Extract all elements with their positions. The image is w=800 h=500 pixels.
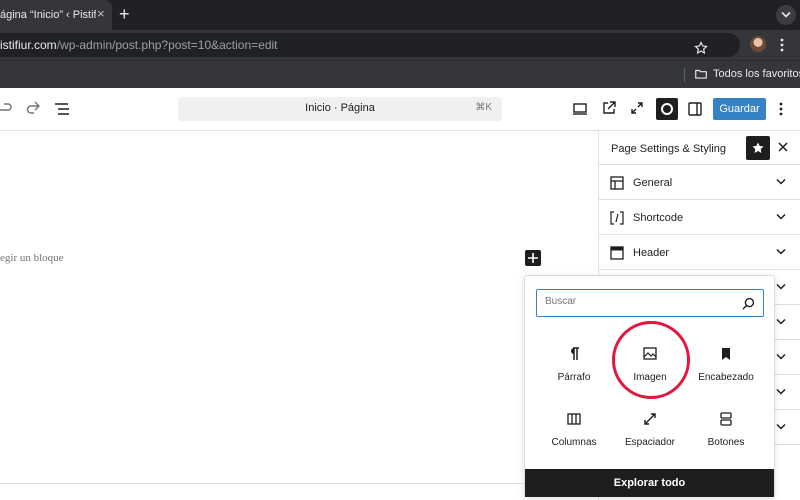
shortcode-icon <box>610 211 624 225</box>
omnibox[interactable]: istifiur.com/wp-admin/post.php?post=10&a… <box>0 33 740 57</box>
panel-shortcode[interactable]: Shortcode <box>599 200 800 235</box>
browser-tab[interactable]: ágina “Inicio” ‹ Pistifiur × <box>0 0 112 30</box>
chevron-down-icon <box>776 318 786 325</box>
chevron-down-icon <box>776 423 786 430</box>
block-columns[interactable]: Columnas <box>536 403 612 459</box>
bookmark-icon <box>722 348 730 360</box>
panel-label: Header <box>633 247 670 259</box>
block-heading[interactable]: Encabezado <box>688 338 764 394</box>
bookmarks-bar: Todos los favoritos <box>0 60 800 88</box>
block-inserter-popover: Párrafo Imagen Encabezado Columnas Espac… <box>524 275 775 497</box>
block-label: Imagen <box>633 372 667 383</box>
layout-icon <box>610 176 624 190</box>
block-inserter-button[interactable] <box>525 250 541 266</box>
command-shortcut: ⌘K <box>475 102 492 113</box>
block-search[interactable] <box>536 289 764 317</box>
block-label: Columnas <box>551 437 597 448</box>
browser-menu-icon[interactable] <box>780 38 784 52</box>
plugin-circle-icon[interactable] <box>656 98 678 120</box>
tab-title: ágina “Inicio” ‹ Pistifiur <box>0 9 96 21</box>
chevron-down-icon <box>776 283 786 290</box>
close-icon[interactable] <box>777 141 789 153</box>
chevron-down-icon <box>776 248 786 255</box>
save-button[interactable]: Guardar <box>713 98 766 120</box>
document-title: Inicio · Página <box>305 102 375 114</box>
block-image[interactable]: Imagen <box>612 338 688 394</box>
block-label: Botones <box>707 437 745 448</box>
bookmarks-folder-label[interactable]: Todos los favoritos <box>713 68 800 80</box>
sidebar-header: Page Settings & Styling <box>599 131 800 165</box>
block-buttons[interactable]: Botones <box>688 403 764 459</box>
address-bar-row: istifiur.com/wp-admin/post.php?post=10&a… <box>0 30 800 60</box>
fullscreen-icon[interactable] <box>630 101 644 115</box>
columns-icon <box>567 413 581 425</box>
buttons-icon <box>720 412 732 426</box>
plus-icon <box>528 253 538 263</box>
chevron-down-icon <box>776 353 786 360</box>
desktop-view-icon[interactable] <box>573 102 587 116</box>
editor-canvas[interactable]: egir un bloque <box>0 131 598 500</box>
panel-label: Shortcode <box>633 212 684 224</box>
url-path: /wp-admin/post.php?post=10&action=edit <box>56 38 278 52</box>
command-palette-bar[interactable]: Inicio · Página ⌘K <box>178 97 502 121</box>
sidebar-toggle-icon[interactable] <box>688 102 702 116</box>
block-label: Encabezado <box>698 372 754 383</box>
header-icon <box>610 246 624 260</box>
bookmarks-separator <box>684 68 685 82</box>
new-tab-button[interactable]: + <box>119 5 130 23</box>
block-spacer[interactable]: Espaciador <box>612 403 688 459</box>
block-search-input[interactable] <box>545 296 735 307</box>
panel-label: General <box>633 177 673 189</box>
block-label: Párrafo <box>557 372 591 383</box>
chevron-down-icon <box>776 213 786 220</box>
paragraph-icon <box>571 347 579 360</box>
undo-icon[interactable] <box>0 101 12 117</box>
chevron-down-icon <box>776 388 786 395</box>
url-text[interactable]: istifiur.com/wp-admin/post.php?post=10&a… <box>0 38 278 52</box>
editor-header: Inicio · Página ⌘K Guardar <box>0 88 800 131</box>
redo-icon[interactable] <box>26 101 40 117</box>
sidebar-title: Page Settings & Styling <box>611 143 726 155</box>
chevron-down-icon <box>776 178 786 185</box>
panel-general[interactable]: General <box>599 165 800 200</box>
panel-header[interactable]: Header <box>599 235 800 270</box>
resize-icon <box>644 413 656 425</box>
bookmark-star-icon[interactable] <box>694 41 708 55</box>
favorite-star-button[interactable] <box>746 136 770 160</box>
external-link-icon[interactable] <box>602 101 616 115</box>
tab-search-button[interactable] <box>776 5 796 25</box>
star-icon <box>752 142 764 153</box>
options-menu-icon[interactable] <box>779 102 783 116</box>
browser-tab-strip: ágina “Inicio” ‹ Pistifiur × + <box>0 0 800 30</box>
block-label: Espaciador <box>624 437 676 448</box>
image-icon <box>643 347 657 360</box>
block-placeholder[interactable]: egir un bloque <box>0 252 64 264</box>
profile-avatar[interactable] <box>750 36 766 52</box>
tab-close-icon[interactable]: × <box>97 7 105 21</box>
folder-icon[interactable] <box>694 67 708 81</box>
document-overview-icon[interactable] <box>54 102 70 116</box>
explore-all-button[interactable]: Explorar todo <box>525 469 774 497</box>
chevron-down-icon <box>781 11 791 18</box>
url-host: istifiur.com <box>0 38 57 52</box>
block-paragraph[interactable]: Párrafo <box>536 338 612 394</box>
search-icon[interactable] <box>742 297 755 310</box>
